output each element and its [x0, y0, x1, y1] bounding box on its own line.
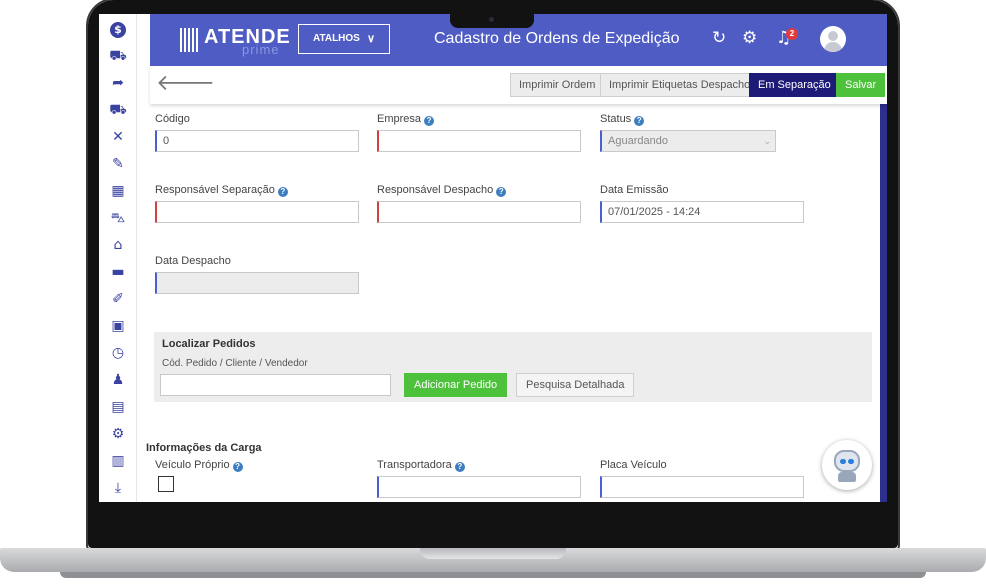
clock-icon[interactable]: ◷: [108, 343, 128, 363]
save-button[interactable]: Salvar: [836, 73, 886, 97]
resp-separacao-label-text: Responsável Separação: [155, 184, 275, 196]
status-select[interactable]: Aguardando ⌄: [600, 130, 776, 152]
logo[interactable]: ATENDE prime: [180, 26, 290, 57]
share-icon[interactable]: ➦: [108, 73, 128, 93]
resp-separacao-label: Responsável Separação?: [155, 184, 288, 197]
help-icon[interactable]: ?: [634, 116, 645, 126]
help-icon[interactable]: ?: [454, 462, 465, 472]
robot-eye: [848, 459, 854, 464]
robot-body: [838, 472, 856, 482]
empresa-label-text: Empresa: [377, 113, 422, 125]
resp-despacho-label: Responsável Despacho?: [377, 184, 507, 197]
users-icon[interactable]: ♟: [108, 370, 128, 390]
laptop-opening-notch: [420, 548, 566, 559]
data-despacho-label: Data Despacho: [155, 255, 231, 267]
carrier-label-text: Transportadora: [377, 459, 452, 471]
help-icon[interactable]: ?: [496, 187, 507, 197]
page-title: Cadastro de Ordens de Expedição: [434, 30, 680, 47]
codigo-label: Código: [155, 113, 190, 125]
data-despacho-input[interactable]: [155, 272, 359, 294]
plate-label: Placa Veículo: [600, 459, 667, 471]
codigo-input[interactable]: 0: [155, 130, 359, 152]
search-orders-panel: Localizar Pedidos Cód. Pedido / Cliente …: [154, 332, 872, 402]
camera-notch: [450, 14, 534, 28]
shortcuts-dropdown[interactable]: ATALHOS ∨: [298, 24, 390, 54]
avatar-head: [828, 31, 838, 41]
cart-icon[interactable]: ⛟: [108, 46, 128, 66]
truck-icon[interactable]: ⛍: [108, 208, 128, 228]
warehouse-icon[interactable]: ⌂: [108, 235, 128, 255]
carrier-label: Transportadora?: [377, 459, 465, 472]
plate-input[interactable]: [600, 476, 804, 498]
own-vehicle-label-text: Veículo Próprio: [155, 459, 230, 471]
own-vehicle-checkbox[interactable]: [158, 476, 174, 492]
codigo-label-text: Código: [155, 113, 190, 125]
monitor-icon[interactable]: ▣: [108, 316, 128, 336]
resp-despacho-input[interactable]: [377, 201, 581, 223]
report-icon[interactable]: ▤: [108, 397, 128, 417]
add-order-button[interactable]: Adicionar Pedido: [404, 373, 508, 397]
own-vehicle-label: Veículo Próprio?: [155, 459, 243, 472]
tools-icon[interactable]: ✕: [108, 127, 128, 147]
in-separation-button[interactable]: Em Separação: [749, 73, 840, 97]
form-content: Código 0 Empresa? Status? Aguardando ⌄ Re…: [146, 104, 880, 502]
download-icon[interactable]: ⤓: [108, 478, 128, 498]
laptop-base-shadow: [60, 572, 926, 578]
back-arrow-icon[interactable]: 🡐: [156, 70, 215, 96]
shortcuts-label: ATALHOS: [313, 33, 360, 44]
data-emissao-label: Data Emissão: [600, 184, 669, 196]
edit-doc-icon[interactable]: ✎: [108, 154, 128, 174]
data-emissao-input[interactable]: 07/01/2025 - 14:24: [600, 201, 804, 223]
action-toolbar: 🡐 Imprimir Ordem Imprimir Etiquetas Desp…: [150, 66, 887, 104]
print-order-button[interactable]: Imprimir Ordem: [510, 73, 605, 97]
car-icon[interactable]: ▬: [108, 262, 128, 282]
print-labels-button[interactable]: Imprimir Etiquetas Despacho: [600, 73, 760, 97]
empresa-label: Empresa?: [377, 113, 435, 126]
cart-plus-icon[interactable]: ⛟: [108, 100, 128, 120]
avatar-body: [824, 42, 842, 52]
avatar[interactable]: [820, 26, 846, 52]
gear-icon[interactable]: ⚙: [742, 28, 757, 48]
status-label: Status?: [600, 113, 645, 126]
app-screen: $ ⛟ ➦ ⛟ ✕ ✎ ▦ ⛍ ⌂ ▬ ✐ ▣ ◷ ♟ ▤ ⚙ ▥ ⤓ ATEN…: [99, 14, 887, 502]
carrier-input[interactable]: [377, 476, 581, 498]
resp-despacho-label-text: Responsável Despacho: [377, 184, 494, 196]
notification-badge: 2: [786, 28, 798, 40]
status-label-text: Status: [600, 113, 632, 125]
help-icon[interactable]: ?: [424, 116, 435, 126]
robot-eye: [840, 459, 846, 464]
search-panel-subtitle: Cód. Pedido / Cliente / Vendedor: [162, 358, 308, 369]
chatbot-button[interactable]: [822, 440, 872, 490]
pen-icon[interactable]: ✐: [108, 289, 128, 309]
help-icon[interactable]: ?: [277, 187, 288, 197]
search-panel-title: Localizar Pedidos: [162, 338, 256, 350]
scrollbar[interactable]: [880, 104, 887, 502]
boxes-icon[interactable]: ▦: [108, 181, 128, 201]
detailed-search-button[interactable]: Pesquisa Detalhada: [516, 373, 635, 397]
barcode-icon: [180, 28, 200, 52]
cargo-section-title: Informações da Carga: [146, 442, 262, 454]
camera-icon: [489, 17, 494, 22]
status-select-value: Aguardando: [608, 135, 668, 147]
refresh-icon[interactable]: ↻: [712, 28, 726, 48]
help-icon[interactable]: ?: [232, 462, 243, 472]
empresa-input[interactable]: [377, 130, 581, 152]
dollar-icon[interactable]: $: [110, 22, 126, 38]
logo-subtext: prime: [242, 42, 280, 57]
chevron-down-icon: ∨: [366, 33, 375, 45]
robot-icon: [834, 450, 860, 472]
sidebar: $ ⛟ ➦ ⛟ ✕ ✎ ▦ ⛍ ⌂ ▬ ✐ ▣ ◷ ♟ ▤ ⚙ ▥ ⤓: [99, 14, 137, 502]
bar-chart-icon[interactable]: ▥: [108, 451, 128, 471]
chevron-down-icon: ⌄: [763, 136, 771, 146]
settings-icon[interactable]: ⚙: [108, 424, 128, 444]
search-order-input[interactable]: [160, 374, 391, 396]
resp-separacao-input[interactable]: [155, 201, 359, 223]
